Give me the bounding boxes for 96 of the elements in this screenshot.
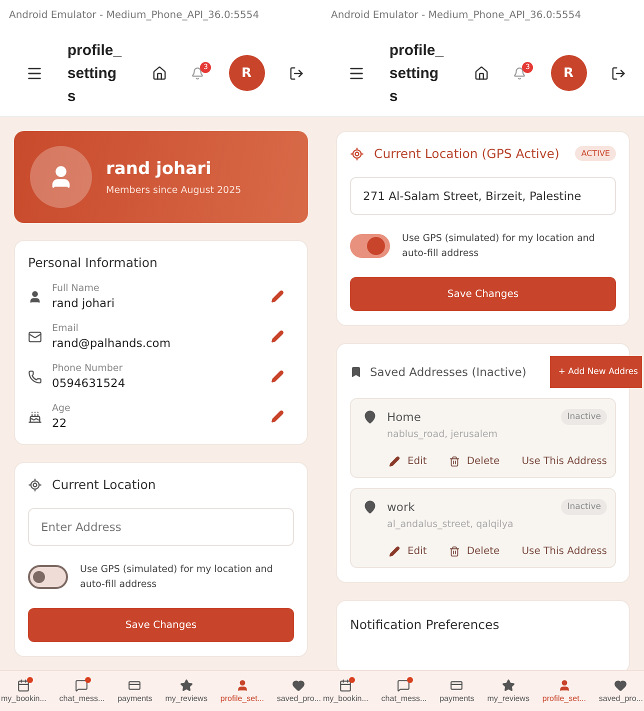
address-field[interactable]: 271 Al-Salam Street, Birzeit, Palestine [350,177,616,215]
chat-icon [397,679,410,692]
nav-item[interactable]: saved_pro... [598,679,643,703]
toggle-label: Use GPS (simulated) for my location and auto-fill address [402,232,596,261]
bell-icon[interactable] [513,66,526,80]
card-title: Saved Addresses (Inactive) [370,365,526,379]
nav-item[interactable]: my_reviews [487,679,530,703]
field-label: Email [52,323,80,334]
home-icon[interactable] [152,66,167,80]
heart-icon [614,679,628,692]
field-value: rand@palhands.com [52,336,172,350]
heart-icon [292,679,306,692]
pin-icon [363,500,377,514]
save-button[interactable]: Save Changes [350,277,616,311]
nav-item[interactable]: saved_pro... [276,679,321,703]
save-button[interactable]: Save Changes [28,608,294,642]
status-chip: Inactive [561,499,607,515]
edit-button[interactable]: Edit [389,546,427,557]
toggle-label: Use GPS (simulated) for my location and auto-fill address [80,563,274,592]
bell-icon[interactable] [191,66,204,80]
card-icon [450,679,464,692]
notification-dot [349,677,356,683]
star-icon [180,679,193,692]
gps-toggle[interactable] [350,234,390,258]
person-icon [236,679,249,692]
nav-item[interactable]: profile_set... [220,679,264,703]
edit-icon[interactable] [271,290,284,303]
card-icon [128,679,142,692]
edit-icon[interactable] [271,330,284,343]
phone-icon [28,370,42,384]
edit-button[interactable]: Edit [389,456,427,467]
status-badge: ACTIVE [575,146,616,161]
nav-item[interactable]: my_bookin... [323,679,368,703]
field-label: Age [52,403,72,414]
avatar-button[interactable]: R [228,55,265,91]
page-title: setting [67,64,118,84]
logout-icon[interactable] [610,66,626,80]
field-value: 0594631524 [52,376,126,390]
person-icon [28,290,42,304]
page-title: setting [389,64,440,84]
page-title: profile_ [389,40,445,60]
star-icon [502,679,515,692]
calendar-icon [17,679,30,692]
use-button[interactable]: Use This Address [522,546,607,557]
trash-icon [448,456,460,467]
nav-item[interactable]: chat_mess... [381,679,427,703]
nav-item[interactable]: payments [118,679,152,703]
nav-item[interactable]: payments [440,679,474,703]
address-field[interactable]: Enter Address [28,508,294,546]
nav-item[interactable]: my_bookin... [1,679,46,703]
pencil-icon [389,546,400,557]
delete-button[interactable]: Delete [448,546,500,557]
delete-button[interactable]: Delete [448,456,500,467]
card-title: Notification Preferences [350,617,500,632]
mail-icon [28,330,42,344]
nav-item[interactable]: profile_set... [542,679,586,703]
chat-icon [75,679,88,692]
gps-toggle[interactable] [28,565,68,589]
home-icon[interactable] [474,66,489,80]
cake-icon [28,410,42,424]
edit-icon[interactable] [271,370,284,383]
status-chip: Inactive [561,409,607,425]
member-since: Members since August 2025 [106,184,242,196]
card-title: Current Location (GPS Active) [374,146,560,161]
field-value: rand johari [52,296,116,310]
pin-icon [363,410,377,424]
card-title: Personal Information [28,255,158,270]
notification-dot [407,677,414,683]
address-text: nablus_road, jerusalem [386,429,499,440]
edit-icon[interactable] [271,410,284,423]
logout-icon[interactable] [288,66,304,80]
profile-name: rand johari [106,158,212,178]
card-title: Current Location [52,477,156,492]
field-label: Full Name [52,283,100,294]
trash-icon [448,546,460,557]
avatar-button[interactable]: R [550,55,587,91]
pencil-icon [389,456,400,467]
notification-dot [85,677,92,683]
calendar-icon [339,679,352,692]
add-address-button[interactable]: + Add New Addres [550,356,642,388]
page-title: s [67,86,77,106]
emulator-title: Android Emulator - Medium_Phone_API_36.0:5554 [8,9,260,23]
address-name: Home [387,410,421,424]
emulator-title: Android Emulator - Medium_Phone_API_36.0:5554 [330,9,582,23]
field-label: Phone Number [52,363,124,374]
address-name: work [387,500,415,514]
page-title: profile_ [67,40,123,60]
use-button[interactable]: Use This Address [522,456,607,467]
page-title: s [389,86,399,106]
nav-item[interactable]: chat_mess... [59,679,105,703]
bookmark-icon [350,366,362,378]
notification-dot [27,677,34,683]
address-text: al_andalus_street, qalqilya [386,519,514,530]
field-value: 22 [52,416,68,430]
nav-item[interactable]: my_reviews [165,679,208,703]
person-icon [558,679,571,692]
